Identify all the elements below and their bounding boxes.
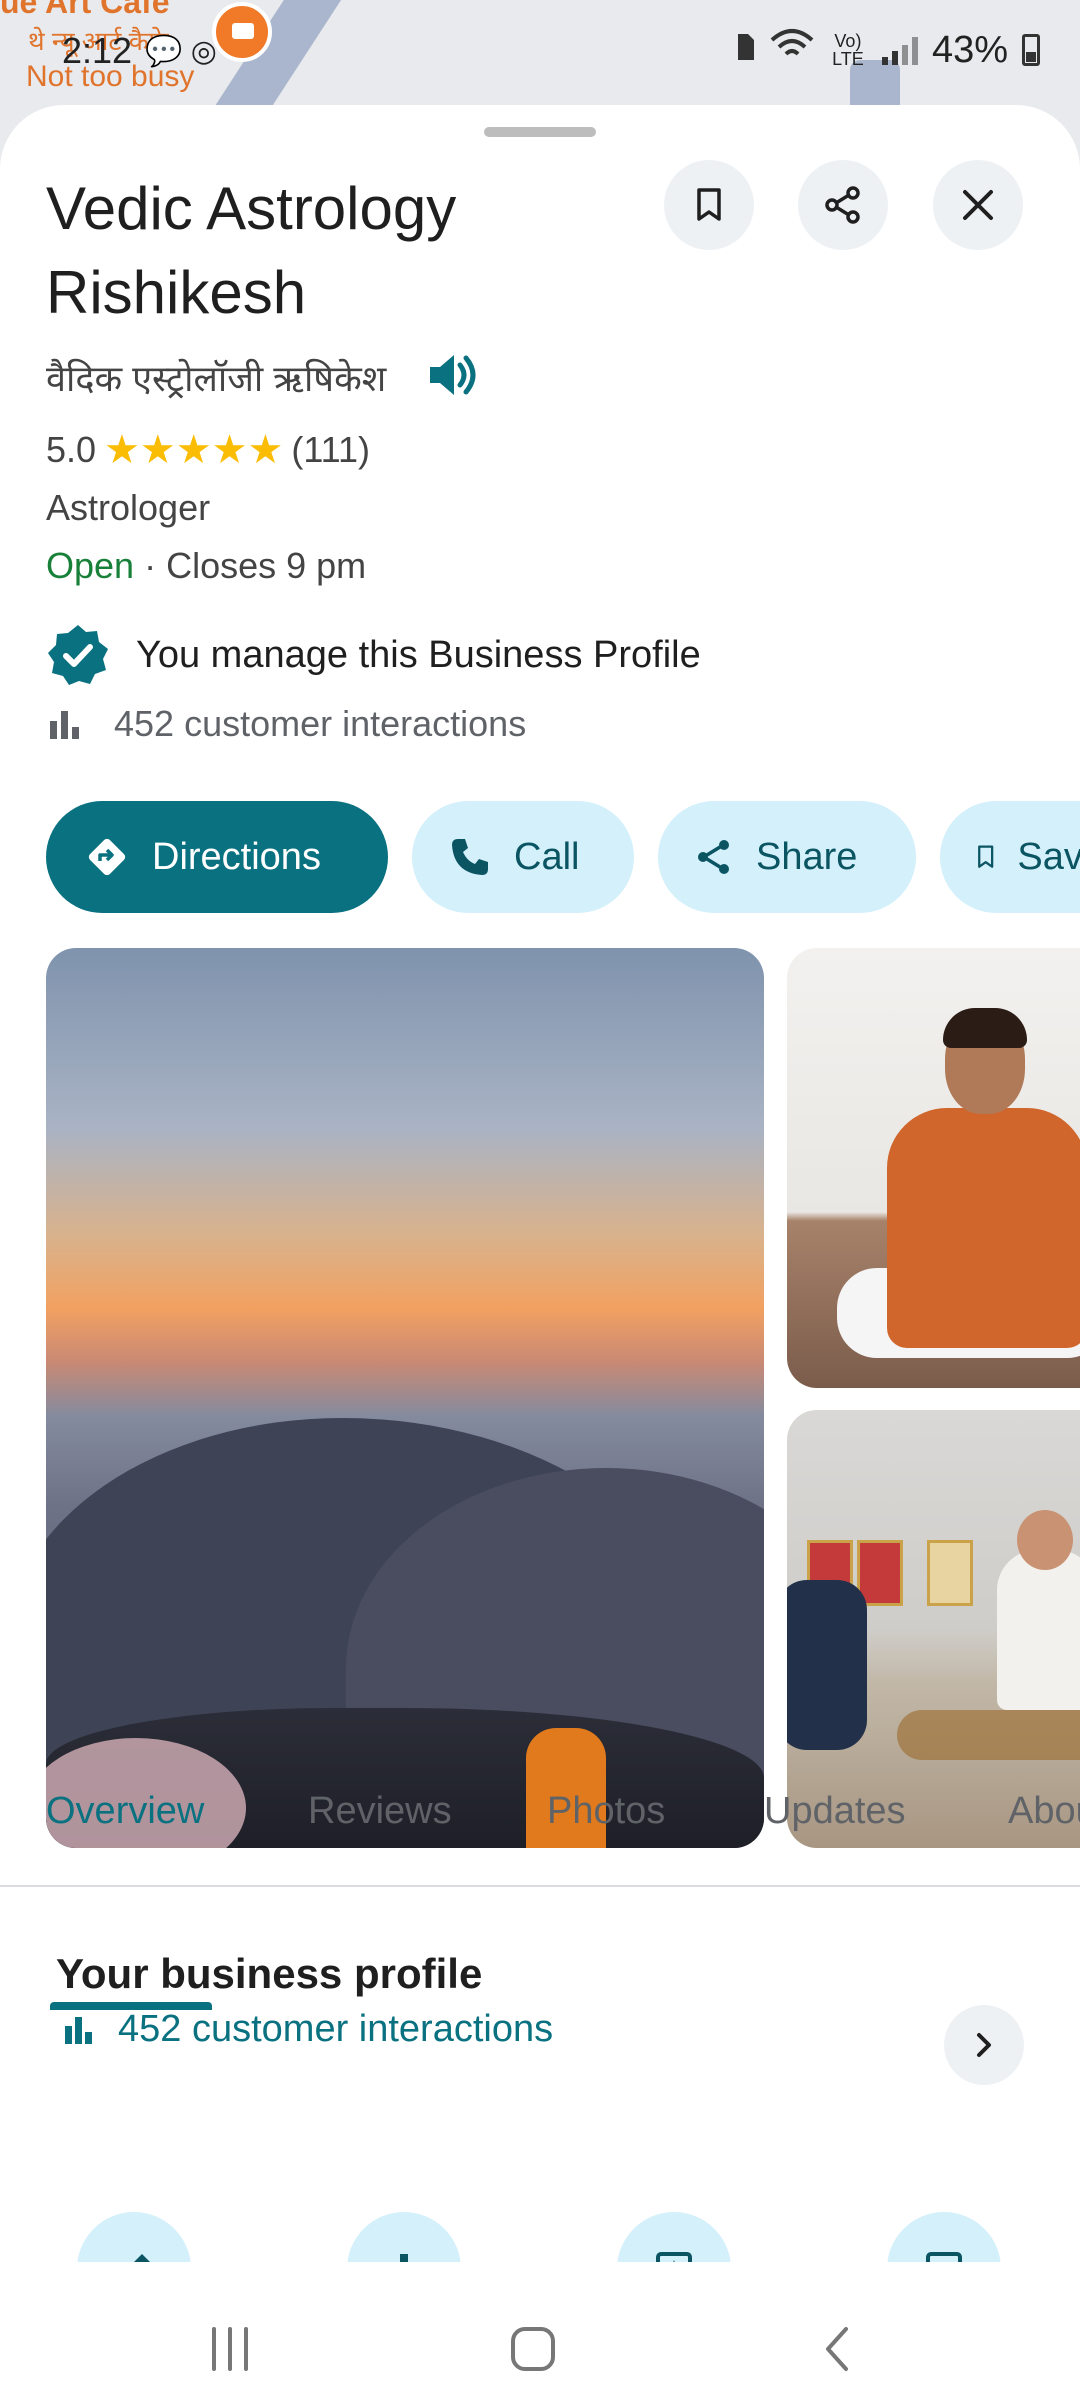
- local-name-row: वैदिक एस्ट्रोलॉजी ऋषिकेश: [46, 350, 482, 405]
- tab-reviews[interactable]: Reviews: [308, 1790, 452, 1833]
- rating-row[interactable]: 5.0 ★★★★★ (111): [46, 427, 370, 473]
- business-profile-interactions[interactable]: 452 customer interactions: [62, 2008, 553, 2051]
- close-button[interactable]: [933, 160, 1023, 250]
- tab-bar: Overview Reviews Photos Updates About: [0, 1782, 1080, 1887]
- notification-icons: 💬 ◎: [145, 35, 217, 68]
- directions-icon: [88, 838, 126, 876]
- sim-icon: [734, 29, 756, 72]
- photo-person: [997, 1550, 1080, 1710]
- share-label: Share: [756, 835, 858, 878]
- recents-button[interactable]: [200, 2319, 260, 2379]
- signal-icon: [881, 35, 918, 65]
- managed-profile-text: You manage this Business Profile: [136, 633, 701, 676]
- bar-chart-icon: [50, 711, 79, 739]
- battery-percent: 43%: [931, 28, 1008, 71]
- photo-person-head: [1017, 1510, 1073, 1570]
- bookmark-icon: [978, 845, 994, 868]
- action-chips: Directions Call Share Save: [46, 801, 1080, 913]
- photo-sunrise[interactable]: [46, 948, 764, 1848]
- home-icon: [511, 2327, 555, 2371]
- back-button[interactable]: [807, 2319, 867, 2379]
- save-button[interactable]: Save: [940, 801, 1080, 913]
- interactions-row[interactable]: 452 customer interactions: [46, 703, 526, 745]
- share-icon: [825, 186, 860, 224]
- photo-astrologer[interactable]: [787, 948, 1080, 1388]
- call-label: Call: [514, 835, 580, 878]
- business-profile-open-button[interactable]: [944, 2005, 1024, 2085]
- recents-icon: [212, 2327, 248, 2371]
- sheet-bottom-edge: [0, 2262, 1080, 2295]
- tab-overview[interactable]: Overview: [46, 1790, 204, 1833]
- business-profile-interactions-text: 452 customer interactions: [118, 2008, 554, 2050]
- photo-frame: [927, 1540, 973, 1606]
- directions-label: Directions: [152, 835, 321, 878]
- photo-bowls: [897, 1710, 1080, 1760]
- phone-icon: [452, 839, 488, 875]
- open-status: Open: [46, 545, 135, 586]
- place-category: Astrologer: [46, 487, 211, 528]
- closing-time: · Closes 9 pm: [134, 545, 367, 586]
- photo-person: [787, 1580, 867, 1750]
- volte-label: Vo) LTE: [832, 31, 864, 69]
- bar-chart-icon: [65, 2016, 92, 2044]
- system-nav-bar: [0, 2295, 1080, 2400]
- chevron-right-icon: [977, 2033, 991, 2057]
- close-icon: [963, 190, 993, 220]
- call-button[interactable]: Call: [412, 801, 634, 913]
- tab-updates[interactable]: Updates: [764, 1790, 906, 1833]
- photo-person-hair: [943, 1008, 1027, 1048]
- share-icon: [698, 840, 729, 874]
- status-bar: 2:12 💬 ◎ Vo) LTE 43%: [0, 0, 1080, 100]
- directions-button[interactable]: Directions: [46, 801, 388, 913]
- wifi-icon: [770, 28, 814, 72]
- business-profile-title: Your business profile: [56, 1950, 483, 1997]
- drag-handle[interactable]: [484, 127, 596, 137]
- hours-row[interactable]: Open · Closes 9 pm: [46, 545, 366, 587]
- place-local-name: वैदिक एस्ट्रोलॉजी ऋषिकेश: [46, 358, 387, 399]
- rating-stars-icon: ★★★★★: [104, 428, 284, 472]
- tab-about[interactable]: About: [1008, 1790, 1080, 1833]
- tab-photos[interactable]: Photos: [547, 1790, 665, 1833]
- battery-icon: [1022, 34, 1040, 66]
- place-title: Vedic Astrology Rishikesh: [46, 175, 457, 326]
- verified-badge-icon: [48, 625, 108, 685]
- status-time: 2:12: [62, 30, 133, 71]
- status-indicators: Vo) LTE 43%: [734, 28, 1040, 72]
- save-label: Save: [1017, 835, 1080, 878]
- home-button[interactable]: [503, 2319, 563, 2379]
- save-place-button[interactable]: [664, 160, 754, 250]
- interactions-text: 452 customer interactions: [114, 703, 527, 744]
- rating-value: 5.0: [46, 429, 97, 470]
- back-icon: [826, 2327, 848, 2371]
- managed-profile-row[interactable]: You manage this Business Profile: [46, 623, 701, 687]
- place-sheet: Vedic Astrology Rishikesh वैदिक एस्ट्रोल…: [0, 105, 1080, 2295]
- share-button[interactable]: Share: [658, 801, 916, 913]
- speaker-icon[interactable]: [426, 350, 482, 405]
- photo-person-body: [887, 1108, 1080, 1348]
- review-count: (111): [291, 429, 371, 470]
- bookmark-icon: [697, 188, 721, 221]
- share-place-button[interactable]: [798, 160, 888, 250]
